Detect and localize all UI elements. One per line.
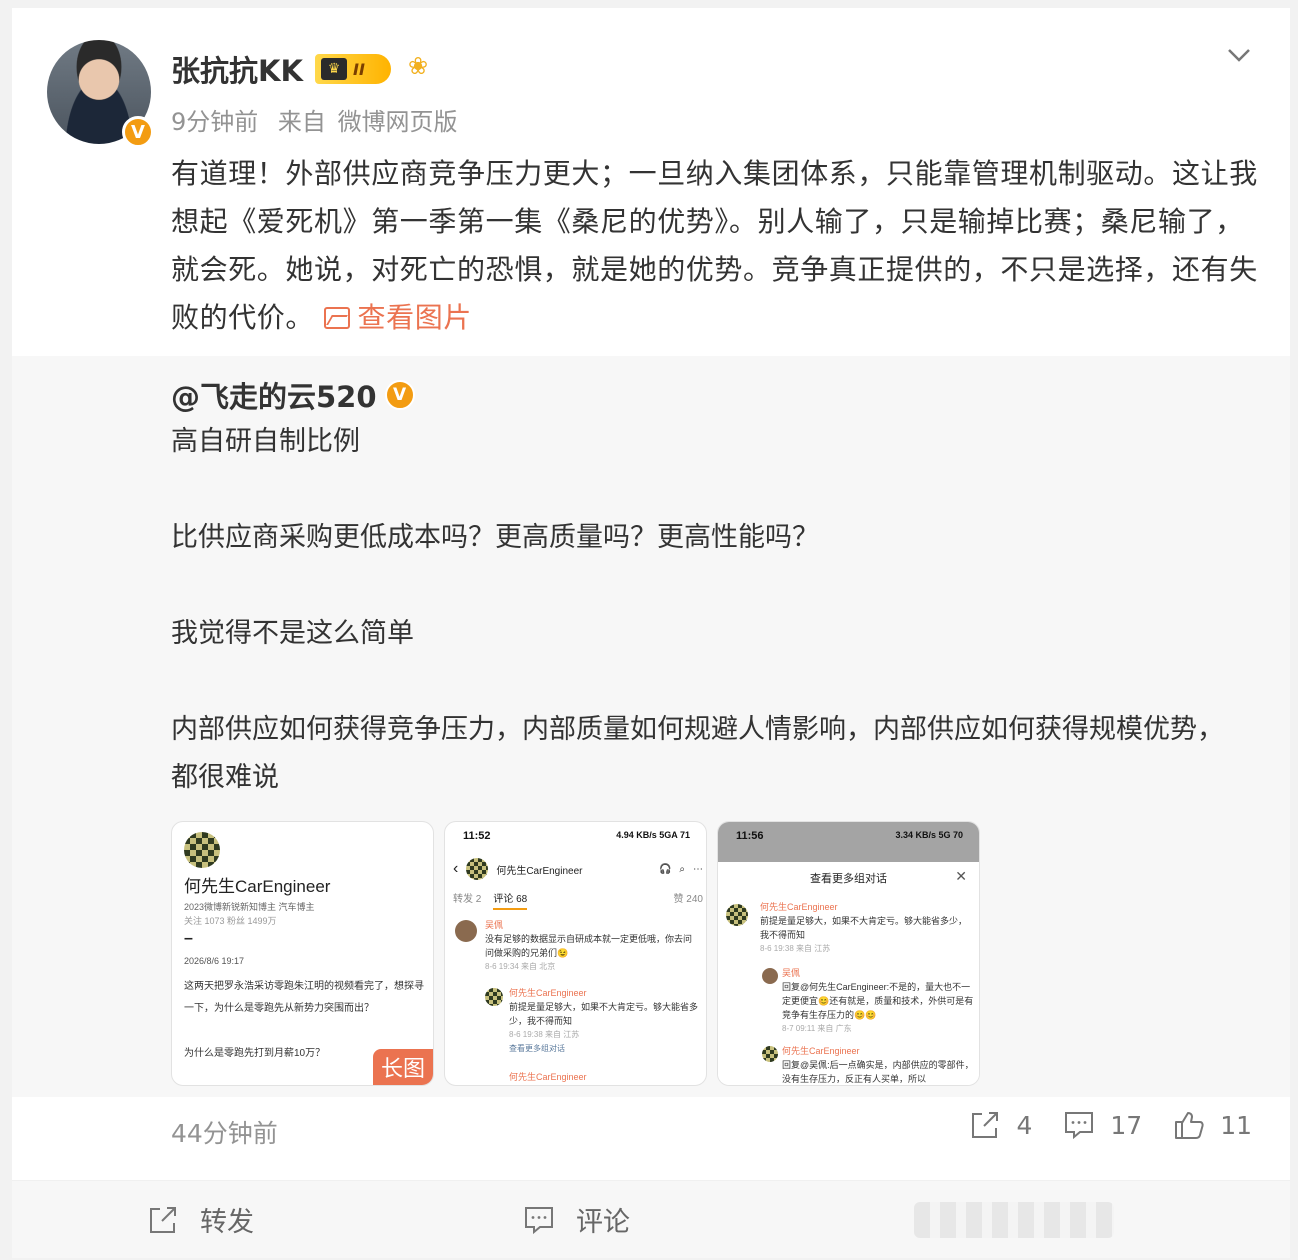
share-icon xyxy=(972,1112,999,1138)
phone-status-time: 11:56 xyxy=(736,830,764,842)
long-image-tag: 长图 xyxy=(372,1049,433,1085)
repost-button[interactable]: 转发 xyxy=(12,1200,388,1239)
flower-icon[interactable]: ❀ xyxy=(408,52,428,80)
tab-like: 赞 240 xyxy=(673,894,703,905)
tab-comment: 评论 68 xyxy=(493,890,528,910)
comment-author: 吴佩 xyxy=(782,968,801,978)
retweet-author-name[interactable]: @飞走的云520 xyxy=(171,374,377,416)
thumb-account-stats: 关注 1073 粉丝 1499万 xyxy=(184,916,277,926)
retweet-repost-count[interactable]: 4 xyxy=(968,1108,1032,1142)
phone-status-indicators: 4.94 KB/s 5GA 71 xyxy=(616,830,690,840)
retweet-image-gallery: 何先生CarEngineer 2023微博新锐新知博主 汽车博主 关注 1073… xyxy=(171,821,980,1086)
thumb-date: 2026/8/6 19:17 xyxy=(184,956,245,966)
phone-tabs: 转发 2 评论 68 赞 240 xyxy=(453,890,703,910)
thumb-dash: – xyxy=(184,930,193,947)
image-icon xyxy=(323,307,350,329)
retweet-stats: 4 17 11 xyxy=(968,1108,1252,1142)
more-replies-link: 查看更多组对话 xyxy=(509,1044,565,1053)
repost-label: 转发 xyxy=(200,1207,254,1238)
repost-count: 4 xyxy=(1016,1110,1033,1140)
comment-author: 何先生CarEngineer xyxy=(782,1046,860,1056)
comment-avatar xyxy=(726,904,748,926)
comment-2: 何先生CarEngineer 前提是量足够大，如果不大肯定亏。够大能省多少，我不… xyxy=(509,986,701,1056)
like-button[interactable] xyxy=(764,1201,1290,1238)
view-image-link[interactable]: 查看图片 xyxy=(323,301,472,334)
verified-badge-icon: V xyxy=(122,116,154,148)
comment-button[interactable]: 评论 xyxy=(388,1200,764,1239)
phone-nav-name: 何先生CarEngineer xyxy=(496,865,583,877)
retweet-comment-count[interactable]: 17 xyxy=(1062,1108,1142,1142)
member-level-badge[interactable]: ♛ II xyxy=(315,54,391,84)
post-action-bar: 转发 评论 xyxy=(12,1181,1290,1258)
comment-text: 前提是量足够大，如果不大肯定亏。够大能省多少，我不得而知 xyxy=(760,916,968,940)
like-count: 11 xyxy=(1220,1110,1252,1140)
comment-avatar xyxy=(485,988,503,1006)
retweet-block[interactable]: @飞走的云520 V 高自研自制比例 比供应商采购更低成本吗？更高质量吗？更高性… xyxy=(12,356,1290,1097)
tab-repost: 转发 2 xyxy=(453,894,482,905)
account-logo-icon xyxy=(184,832,220,868)
crown-icon: ♛ xyxy=(321,58,347,80)
like-button-blurred xyxy=(914,1201,1114,1238)
share-icon xyxy=(150,1206,176,1233)
post-source-prefix: 来自 xyxy=(277,108,326,136)
comment-text: 回复@何先生CarEngineer:不是的，量大也不一定更便宜😊还有就是，质量和… xyxy=(782,982,974,1020)
comment-1: 何先生CarEngineer 前提是量足够大，如果不大肯定亏。够大能省多少，我不… xyxy=(760,900,975,956)
retweet-time[interactable]: 44分钟前 xyxy=(171,1114,278,1150)
post-text: 有道理！外部供应商竞争压力更大；一旦纳入集团体系，只能靠管理机制驱动。这让我想起… xyxy=(171,150,1261,342)
thumb-question: 为什么是零跑先打到月薪10万？ xyxy=(184,1048,326,1059)
retweet-author[interactable]: @飞走的云520 V xyxy=(171,374,415,416)
comment-author: 何先生CarEngineer xyxy=(760,902,838,912)
comment-author: 何先生CarEngineer xyxy=(509,988,587,998)
comment-text: 没有足够的数据显示自研成本就一定更低哦，你去问问做采购的兄弟们😉 xyxy=(485,934,693,958)
headphone-icon: 🎧 xyxy=(658,863,672,875)
post-meta: 9分钟前 来自 微博网页版 xyxy=(171,102,470,137)
comment-3: 何先生CarEngineer xyxy=(509,1070,587,1084)
comment-count: 17 xyxy=(1110,1110,1143,1140)
comment-author: 何先生CarEngineer xyxy=(509,1072,587,1082)
comment-icon xyxy=(525,1206,553,1234)
retweet-text: 高自研自制比例 比供应商采购更低成本吗？更高质量吗？更高性能吗？ 我觉得不是这么… xyxy=(171,426,1224,793)
member-level-label: II xyxy=(353,59,365,79)
close-icon: ✕ xyxy=(955,868,967,884)
search-icon: ⌕ xyxy=(679,863,685,875)
image-thumbnail-3[interactable]: 11:56 3.34 KB/s 5G 70 查看更多组对话 ✕ 何先生CarEn… xyxy=(717,821,980,1086)
author-name[interactable]: 张抗抗KK xyxy=(171,48,303,90)
dimmed-background xyxy=(718,822,979,862)
comment-avatar xyxy=(762,1046,778,1062)
sheet-title: 查看更多组对话 xyxy=(810,873,887,885)
verified-badge-icon: V xyxy=(384,380,415,410)
chevron-down-icon[interactable] xyxy=(1224,40,1254,70)
thumb-account-name: 何先生CarEngineer xyxy=(184,877,331,896)
comment-author: 吴佩 xyxy=(485,920,504,930)
image-thumbnail-1[interactable]: 何先生CarEngineer 2023微博新锐新知博主 汽车博主 关注 1073… xyxy=(171,821,434,1086)
post-source: 微博网页版 xyxy=(337,108,458,136)
thumb-account-subtitle: 2023微博新锐新知博主 汽车博主 xyxy=(184,902,315,912)
comment-icon xyxy=(1065,1112,1094,1140)
comment-avatar xyxy=(762,968,778,984)
phone-status-time: 11:52 xyxy=(463,830,491,842)
comment-meta: 8-7 09:11 来自 广东 xyxy=(782,1024,852,1033)
comment-1: 吴佩 没有足够的数据显示自研成本就一定更低哦，你去问问做采购的兄弟们😉 8-6 … xyxy=(485,918,700,974)
back-arrow-icon: ‹ xyxy=(453,860,459,877)
comment-meta: 8-6 19:38 来自 江苏 xyxy=(760,944,831,953)
view-image-label: 查看图片 xyxy=(357,301,472,334)
comment-avatar xyxy=(455,920,477,942)
comment-2: 吴佩 回复@何先生CarEngineer:不是的，量大也不一定更便宜😊还有就是，… xyxy=(782,966,974,1036)
phone-status-indicators: 3.34 KB/s 5G 70 xyxy=(895,830,963,840)
mini-avatar xyxy=(466,858,489,880)
comment-meta: 8-6 19:34 来自 北京 xyxy=(485,962,556,971)
comment-text: 回复@吴佩:后一点确实是，内部供应的零部件，没有生存压力，反正有人买单，所以 xyxy=(782,1060,974,1084)
comment-label: 评论 xyxy=(576,1207,630,1238)
more-icon: ⋯ xyxy=(693,863,703,875)
retweet-like-count[interactable]: 11 xyxy=(1172,1108,1252,1142)
phone-nav-bar: ‹ 何先生CarEngineer 🎧 ⌕ ⋯ xyxy=(453,856,703,882)
image-thumbnail-2[interactable]: 11:52 4.94 KB/s 5GA 71 ‹ 何先生CarEngineer … xyxy=(444,821,707,1086)
post-time[interactable]: 9分钟前 xyxy=(171,108,258,136)
weibo-post-card: V 张抗抗KK ♛ II ❀ 9分钟前 来自 微博网页版 有道理！外部供应商竞争… xyxy=(12,8,1290,1258)
comment-text: 前提是量足够大，如果不大肯定亏。够大能省多少，我不得而知 xyxy=(509,1002,699,1026)
thumbs-up-icon xyxy=(1175,1112,1204,1139)
comment-3: 何先生CarEngineer 回复@吴佩:后一点确实是，内部供应的零部件，没有生… xyxy=(782,1044,974,1085)
comment-meta: 8-6 19:38 来自 江苏 xyxy=(509,1030,580,1039)
thumb-body: 这两天把罗永浩采访零跑朱江明的视频看完了，想探寻一下，为什么是零跑先从新势力突围… xyxy=(184,981,424,1014)
